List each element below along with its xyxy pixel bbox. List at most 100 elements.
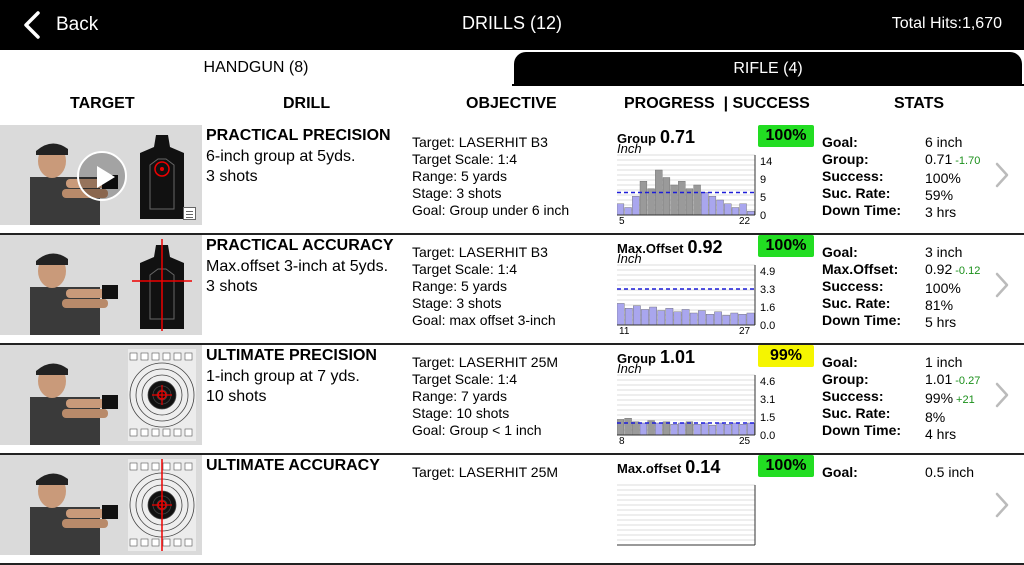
drill-name: ULTIMATE ACCURACY <box>206 457 380 474</box>
chart-bar <box>708 425 717 436</box>
drill-row[interactable]: PRACTICAL PRECISION 6-inch group at 5yds… <box>0 125 1024 235</box>
objective: Target: LASERHIT 25M Target Scale: 1:4 Ran… <box>412 354 558 439</box>
chart-bar <box>701 422 709 436</box>
stat-value: 1 inch <box>925 354 963 370</box>
progress-panel: Max.Offset 0.92 Inch 100% 4.9 3.3 1.6 0.0 11 2… <box>617 235 815 335</box>
progress-chart: 4.6 3.1 1.5 0.0 8 25 <box>617 374 775 445</box>
chart-bar <box>639 181 648 216</box>
stat-value-row: 81% <box>925 297 980 314</box>
stats-values: 6 inch 0.71 -1.70 100% 59% 3 hrs <box>925 134 980 221</box>
success-badge: 99% <box>758 345 814 367</box>
x-end-label: 22 <box>739 216 751 225</box>
success-badge: 100% <box>758 455 814 477</box>
chart-bar <box>706 314 714 326</box>
drill-name: PRACTICAL PRECISION <box>206 127 391 144</box>
chevron-right-icon[interactable] <box>994 491 1010 519</box>
stat-label: Success: <box>822 388 884 404</box>
stat-value-row: 1.01 -0.27 <box>925 371 980 390</box>
drill-row[interactable]: ULTIMATE ACCURACY Target: LASERHIT 25M M… <box>0 455 1024 565</box>
x-start-label: 8 <box>619 436 625 445</box>
drill-thumbnail[interactable] <box>0 345 202 445</box>
back-button[interactable]: Back <box>22 10 98 40</box>
chart-bar <box>649 306 657 326</box>
column-header-target: TARGET <box>70 95 135 112</box>
chart-bar <box>693 184 701 216</box>
stat-value: 4 hrs <box>925 426 957 442</box>
chart-bar <box>670 184 678 216</box>
stat-value: 81% <box>925 297 954 313</box>
play-icon[interactable] <box>77 151 127 201</box>
drill-row[interactable]: PRACTICAL ACCURACY Max.offset 3-inch at … <box>0 235 1024 345</box>
drill-thumbnail[interactable] <box>0 125 202 225</box>
stats-values: 3 inch 0.92 -0.12 100% 81% 5 hrs <box>925 244 980 331</box>
notes-icon[interactable] <box>183 207 196 220</box>
stat-label: Suc. Rate: <box>822 405 891 421</box>
chart-bar <box>739 424 747 436</box>
y-tick-label: 0 <box>760 210 766 222</box>
chevron-right-icon[interactable] <box>994 381 1010 409</box>
chart-bar <box>724 203 732 216</box>
stat-value: 99% <box>925 390 954 406</box>
stat-label: Group: <box>822 151 869 167</box>
objective-line: Target: LASERHIT B3 <box>412 244 548 260</box>
stats-values: 0.5 inch <box>925 464 974 481</box>
chart-bar <box>731 207 740 216</box>
drill-desc-line2: 10 shots <box>206 388 267 405</box>
objective-line: Goal: Group < 1 inch <box>412 422 542 438</box>
y-tick-label: 0.0 <box>760 430 775 442</box>
stat-value: 0.71 <box>925 151 953 167</box>
stat-value: 3 inch <box>925 244 963 260</box>
tab-handgun-label: HANDGUN (8) <box>203 59 309 76</box>
stat-value: 5 hrs <box>925 314 957 330</box>
chart-bar <box>681 309 690 326</box>
chart-bar <box>724 424 732 436</box>
chart-bar <box>624 207 632 216</box>
x-end-label: 27 <box>739 326 751 335</box>
stat-value-row: 5 hrs <box>925 314 980 331</box>
total-hits: Total Hits:1,670 <box>891 15 1002 32</box>
stats-labels: Goal: Max.Offset: Success: Suc. Rate: Down T… <box>822 244 901 329</box>
drill-desc-line1: 6-inch group at 5yds. <box>206 148 356 165</box>
stat-value: 59% <box>925 187 954 203</box>
metric-value: 0.71 <box>660 127 696 147</box>
drill-thumbnail[interactable] <box>0 235 202 335</box>
stat-value: 3 hrs <box>925 204 957 220</box>
chart-bar <box>716 199 724 216</box>
drill-thumbnail[interactable] <box>0 455 202 555</box>
stat-label: Success: <box>822 278 884 294</box>
objective: Target: LASERHIT 25M <box>412 464 558 481</box>
chart-bar <box>624 308 633 326</box>
y-tick-label: 3.1 <box>760 394 775 406</box>
stat-value-row: 8% <box>925 409 980 426</box>
y-tick-label: 3.3 <box>760 284 775 296</box>
chart-bar <box>657 310 666 326</box>
column-header-objective: OBJECTIVE <box>466 95 557 112</box>
stat-value-row: 59% <box>925 187 980 204</box>
stat-label: Down Time: <box>822 202 902 218</box>
chart-bar <box>747 211 755 216</box>
shooter-photo <box>30 253 118 335</box>
drill-description: 6-inch group at 5yds. 3 shots <box>206 147 355 187</box>
chart-bar <box>670 424 678 436</box>
chart-bar <box>689 312 698 326</box>
success-badge: 100% <box>758 235 814 257</box>
chevron-right-icon[interactable] <box>994 161 1010 189</box>
stat-value-row: 3 inch <box>925 244 980 261</box>
drill-desc-line1: Max.offset 3-inch at 5yds. <box>206 258 389 275</box>
stat-value-row: 99% +21 <box>925 390 980 409</box>
chevron-right-icon[interactable] <box>994 271 1010 299</box>
objective-line: Range: 7 yards <box>412 388 507 404</box>
drill-row[interactable]: ULTIMATE PRECISION 1-inch group at 7 yds… <box>0 345 1024 455</box>
objective-line: Range: 5 yards <box>412 168 507 184</box>
chart-bar <box>678 422 686 436</box>
chart-bar <box>678 181 686 216</box>
progress-metric: Max.offset 0.14 <box>617 457 720 478</box>
objective-line: Stage: 3 shots <box>412 295 502 311</box>
chart-bar <box>633 305 641 326</box>
tab-handgun[interactable]: HANDGUN (8) <box>0 50 512 86</box>
chart-bar <box>708 196 717 216</box>
tab-rifle[interactable]: RIFLE (4) <box>512 50 1024 86</box>
chart-bar <box>639 422 648 436</box>
stat-value-row: 0.5 inch <box>925 464 974 481</box>
progress-panel: Group 0.71 Inch 100% 14 9 5 0 5 22 <box>617 125 815 225</box>
